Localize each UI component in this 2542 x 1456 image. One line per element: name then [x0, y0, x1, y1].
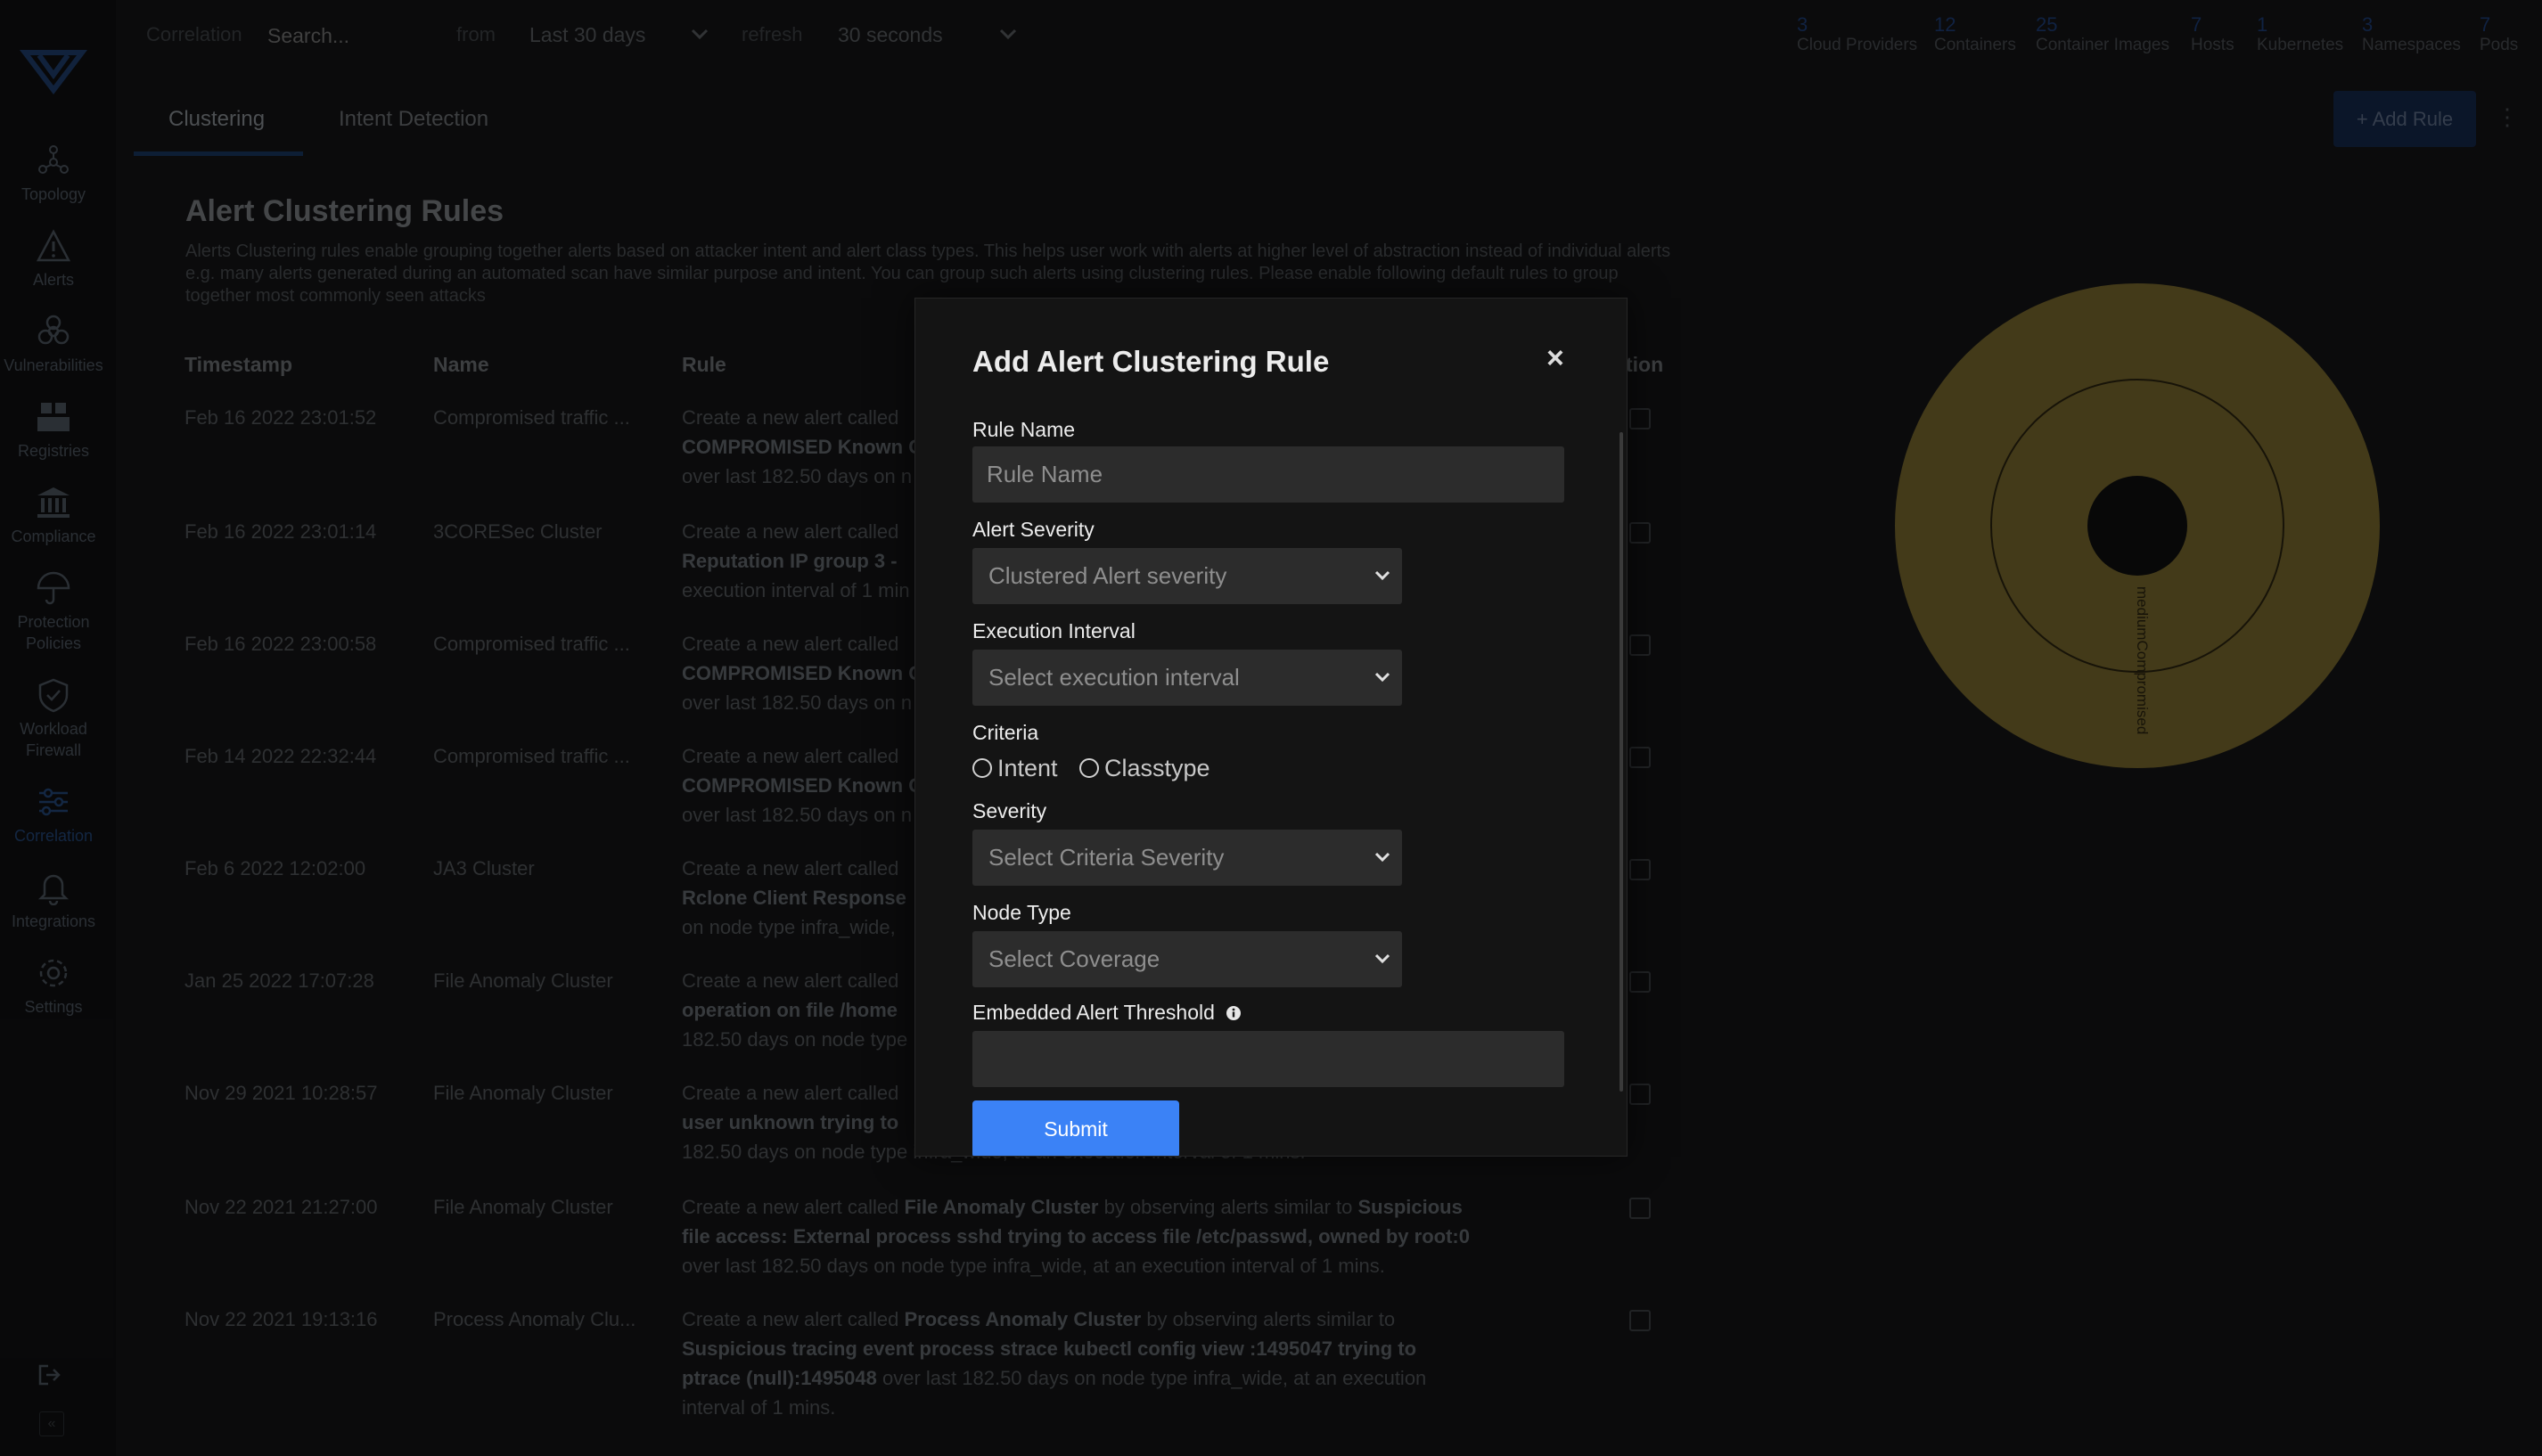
threshold-label-wrapper: Embedded Alert Threshold — [972, 1001, 1242, 1025]
execution-interval-select[interactable]: Select execution interval — [972, 650, 1402, 706]
app-root: Topology Alerts Vulnerabilities Registri… — [0, 0, 2542, 1456]
select-value: Select Criteria Severity — [988, 844, 1225, 871]
radio-label: Classtype — [1104, 755, 1210, 781]
embedded-alert-threshold-input[interactable] — [972, 1031, 1564, 1087]
alert-severity-label: Alert Severity — [972, 518, 1095, 541]
chevron-down-icon — [1374, 852, 1390, 863]
radio-circle — [972, 758, 992, 778]
rule-name-input[interactable] — [972, 446, 1564, 503]
severity-label: Severity — [972, 799, 1047, 822]
select-value: Clustered Alert severity — [988, 562, 1227, 589]
criteria-severity-select[interactable]: Select Criteria Severity — [972, 830, 1402, 886]
info-icon[interactable] — [1226, 1005, 1242, 1021]
node-type-select[interactable]: Select Coverage — [972, 931, 1402, 987]
rule-name-label: Rule Name — [972, 418, 1076, 441]
chevron-down-icon — [1374, 570, 1390, 581]
select-value: Select Coverage — [988, 945, 1160, 972]
criteria-intent-radio[interactable]: Intent — [972, 755, 1058, 782]
alert-severity-select[interactable]: Clustered Alert severity — [972, 548, 1402, 604]
radio-label: Intent — [997, 755, 1058, 781]
node-type-label: Node Type — [972, 901, 1071, 924]
execution-interval-label: Execution Interval — [972, 619, 1136, 642]
modal-scrollbar[interactable] — [1620, 432, 1623, 1092]
close-icon[interactable]: × — [1546, 343, 1564, 373]
submit-button[interactable]: Submit — [972, 1100, 1179, 1156]
modal-title: Add Alert Clustering Rule — [972, 345, 1330, 378]
chevron-down-icon — [1374, 672, 1390, 683]
add-alert-clustering-rule-modal: Add Alert Clustering Rule × Rule Name Al… — [914, 298, 1628, 1157]
chevron-down-icon — [1374, 953, 1390, 964]
embedded-alert-threshold-label: Embedded Alert Threshold — [972, 1001, 1215, 1024]
criteria-label: Criteria — [972, 721, 1039, 744]
criteria-classtype-radio[interactable]: Classtype — [1079, 755, 1210, 782]
select-value: Select execution interval — [988, 664, 1240, 691]
radio-circle — [1079, 758, 1099, 778]
